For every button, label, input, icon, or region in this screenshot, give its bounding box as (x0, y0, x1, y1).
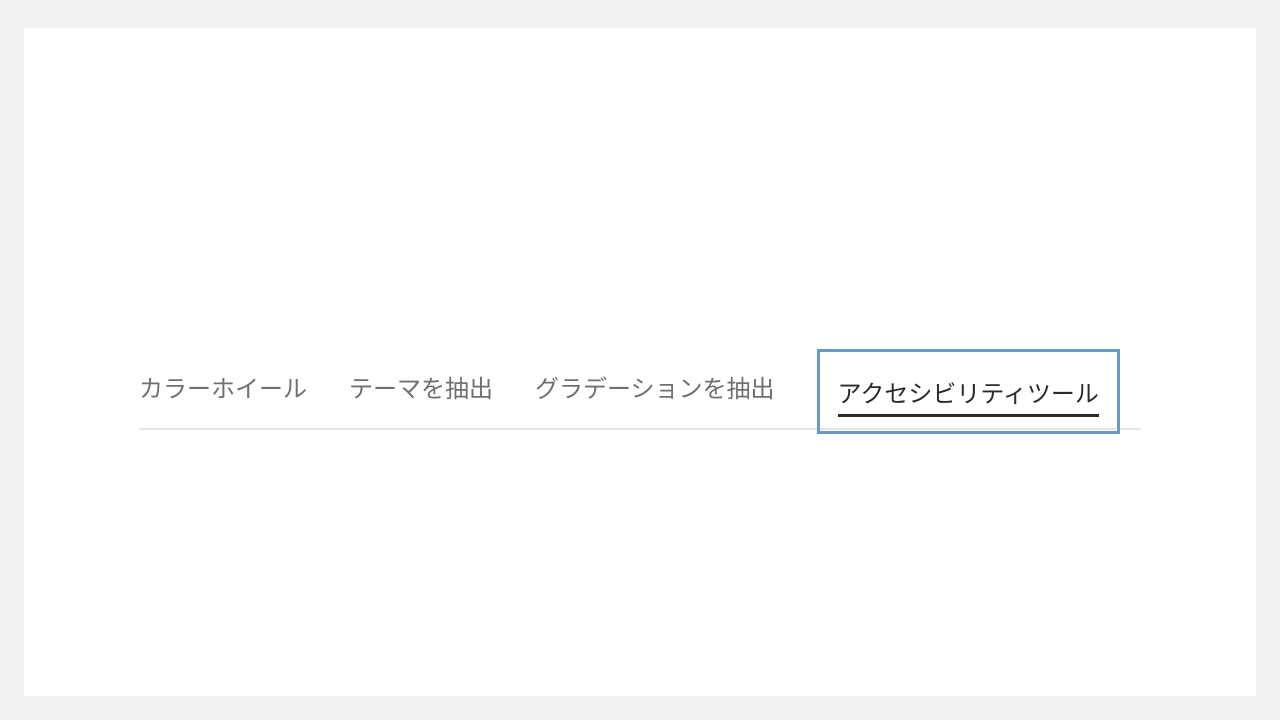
tab-bar: カラーホイール テーマを抽出 グラデーションを抽出 アクセシビリティツール (139, 353, 1141, 430)
tab-extract-gradient[interactable]: グラデーションを抽出 (535, 353, 775, 428)
tab-color-wheel[interactable]: カラーホイール (139, 353, 307, 428)
tab-label: アクセシビリティツール (838, 381, 1099, 408)
tab-label: カラーホイール (139, 376, 307, 403)
tab-extract-theme[interactable]: テーマを抽出 (349, 353, 493, 428)
content-panel: カラーホイール テーマを抽出 グラデーションを抽出 アクセシビリティツール (24, 28, 1256, 696)
tab-accessibility-tools[interactable]: アクセシビリティツール (817, 349, 1120, 434)
tab-label: グラデーションを抽出 (535, 376, 775, 403)
tab-label: テーマを抽出 (349, 376, 493, 403)
